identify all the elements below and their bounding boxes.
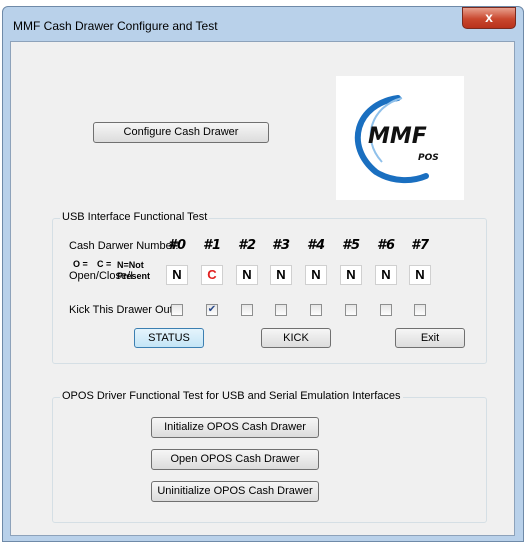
kick-drawer-label: Kick This Drawer Out? — [69, 304, 179, 316]
kick-checkbox-1[interactable]: ✔ — [206, 304, 218, 316]
drawer-number-0: #0 — [167, 238, 187, 253]
kick-checkbox-2[interactable] — [241, 304, 253, 316]
drawer-number-4: #4 — [306, 238, 326, 253]
mmf-pos-logo: MMF POS — [336, 76, 464, 200]
kick-checkbox-6[interactable] — [380, 304, 392, 316]
drawer-number-6: #6 — [376, 238, 396, 253]
opos-test-group: OPOS Driver Functional Test for USB and … — [52, 390, 487, 523]
window-title: MMF Cash Drawer Configure and Test — [13, 19, 218, 33]
usb-test-group: USB Interface Functional Test Cash Darwe… — [52, 211, 487, 364]
status-button[interactable]: STATUS — [134, 328, 204, 348]
drawer-status-1: C — [201, 265, 223, 285]
kick-checkbox-7[interactable] — [414, 304, 426, 316]
logo-brand-text: MMF — [368, 124, 427, 149]
usb-group-title: USB Interface Functional Test — [60, 211, 210, 223]
drawer-number-5: #5 — [341, 238, 361, 253]
opos-group-title: OPOS Driver Functional Test for USB and … — [60, 390, 403, 402]
initialize-opos-button[interactable]: Initialize OPOS Cash Drawer — [151, 417, 319, 438]
mmf-logo-graphic: MMF POS — [354, 95, 439, 184]
kick-checkbox-4[interactable] — [310, 304, 322, 316]
drawer-status-5: N — [340, 265, 362, 285]
drawer-number-3: #3 — [271, 238, 291, 253]
drawer-number-2: #2 — [237, 238, 257, 253]
drawer-status-2: N — [236, 265, 258, 285]
drawer-status-6: N — [375, 265, 397, 285]
uninitialize-opos-button[interactable]: Uninitialize OPOS Cash Drawer — [151, 481, 319, 502]
open-opos-button[interactable]: Open OPOS Cash Drawer — [151, 449, 319, 470]
configure-cash-drawer-button[interactable]: Configure Cash Drawer — [93, 122, 269, 143]
exit-button[interactable]: Exit — [395, 328, 465, 348]
drawer-number-1: #1 — [202, 238, 222, 253]
kick-checkbox-3[interactable] — [275, 304, 287, 316]
legend-o: O = — [73, 259, 88, 269]
title-bar[interactable]: MMF Cash Drawer Configure and Test x — [3, 7, 523, 41]
drawer-status-0: N — [166, 265, 188, 285]
drawer-number-7: #7 — [410, 238, 430, 253]
drawer-status-3: N — [270, 265, 292, 285]
drawer-status-4: N — [305, 265, 327, 285]
kick-checkbox-5[interactable] — [345, 304, 357, 316]
close-button[interactable]: x — [462, 7, 516, 29]
kick-checkbox-0[interactable] — [171, 304, 183, 316]
legend-n: N=Not — [117, 260, 144, 270]
drawer-status-7: N — [409, 265, 431, 285]
legend-c: C = — [97, 259, 112, 269]
legend-present: Present — [117, 271, 151, 281]
client-area: Configure Cash Drawer MMF POS USB Interf… — [10, 41, 515, 536]
app-window: MMF Cash Drawer Configure and Test x Con… — [2, 6, 524, 542]
kick-button[interactable]: KICK — [261, 328, 331, 348]
logo-sub-text: POS — [418, 153, 439, 163]
